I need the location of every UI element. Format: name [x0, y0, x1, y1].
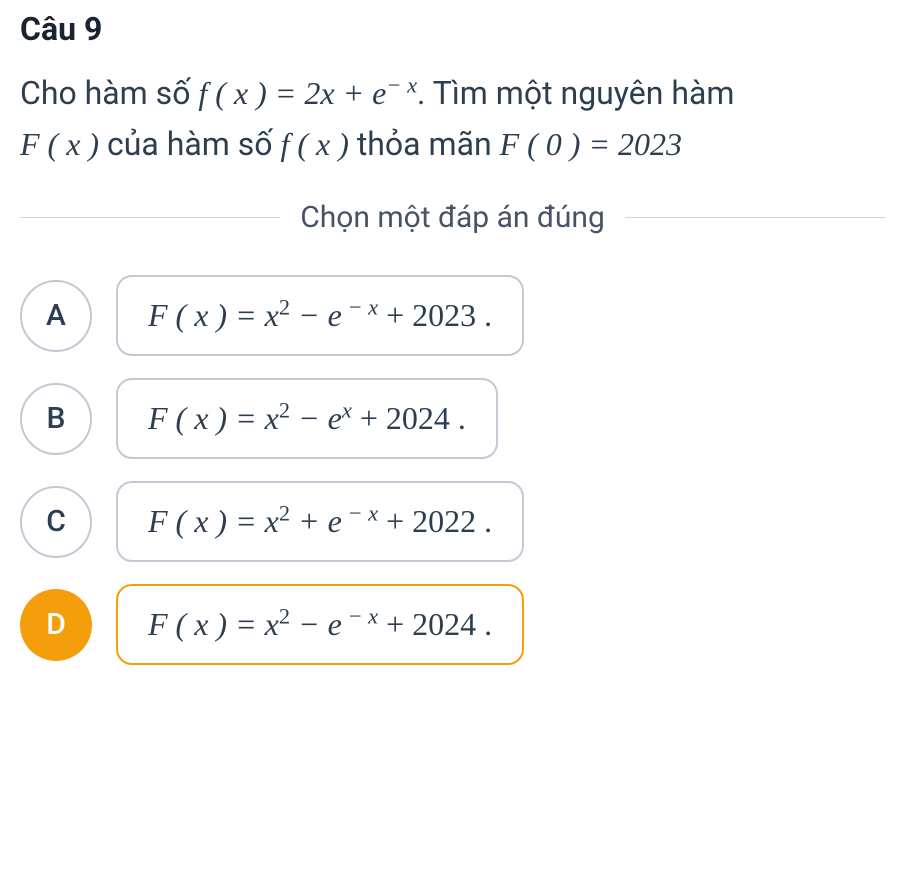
instruction-row: Chọn một đáp án đúng: [20, 200, 885, 235]
divider-right: [625, 217, 885, 218]
option-b-prefix: F ( x ) = x: [148, 400, 279, 436]
option-b[interactable]: B F ( x ) = x2 − ex + 2024 .: [20, 378, 885, 459]
option-d[interactable]: D F ( x ) = x2 − e − x + 2024 .: [20, 584, 885, 665]
option-d-prefix: F ( x ) = x: [148, 606, 279, 642]
question-text-part3: của hàm số: [99, 125, 280, 163]
option-c-letter: C: [20, 486, 92, 558]
option-b-suffix: + 2024 .: [352, 400, 466, 436]
option-d-letter: D: [20, 589, 92, 661]
option-c-content: F ( x ) = x2 + e − x + 2022 .: [116, 481, 524, 562]
question-prompt: Cho hàm số f ( x ) = 2x + e− x. Tìm một …: [20, 68, 885, 170]
option-a-sq: 2: [279, 295, 290, 320]
option-b-midop: − e: [290, 400, 342, 436]
option-c-exp2: − x: [342, 501, 378, 526]
option-d-sq: 2: [279, 604, 290, 629]
option-b-letter: B: [20, 383, 92, 455]
instruction-text: Chọn một đáp án đúng: [280, 200, 625, 235]
options-container: A F ( x ) = x2 − e − x + 2023 . B F ( x …: [20, 275, 885, 665]
question-formula3: f ( x ): [280, 126, 348, 162]
question-formula4: F ( 0 ) = 2023: [500, 126, 682, 162]
option-c-prefix: F ( x ) = x: [148, 503, 279, 539]
option-d-suffix: + 2024 .: [378, 606, 492, 642]
question-number: Câu 9: [20, 10, 885, 48]
option-c[interactable]: C F ( x ) = x2 + e − x + 2022 .: [20, 481, 885, 562]
option-d-exp2: − x: [342, 604, 378, 629]
question-text-part1: Cho hàm số: [20, 74, 198, 112]
option-c-midop: + e: [290, 503, 342, 539]
option-c-sq: 2: [279, 501, 290, 526]
option-b-content: F ( x ) = x2 − ex + 2024 .: [116, 378, 498, 459]
question-formula1-exp: − x: [386, 72, 417, 97]
option-c-suffix: + 2022 .: [378, 503, 492, 539]
option-a-letter: A: [20, 280, 92, 352]
question-formula2: F ( x ): [20, 126, 99, 162]
option-b-exp2: x: [342, 398, 352, 423]
option-d-midop: − e: [290, 606, 342, 642]
question-text-part2: . Tìm một nguyên hàm: [417, 74, 734, 112]
option-d-content: F ( x ) = x2 − e − x + 2024 .: [116, 584, 524, 665]
option-b-sq: 2: [279, 398, 290, 423]
option-a-content: F ( x ) = x2 − e − x + 2023 .: [116, 275, 524, 356]
option-a[interactable]: A F ( x ) = x2 − e − x + 2023 .: [20, 275, 885, 356]
option-a-suffix: + 2023 .: [378, 297, 492, 333]
option-a-prefix: F ( x ) = x: [148, 297, 279, 333]
question-text-part4: thỏa mãn: [349, 125, 500, 163]
divider-left: [20, 217, 280, 218]
option-a-midop: − e: [290, 297, 342, 333]
question-formula1: f ( x ) = 2x + e− x: [198, 75, 417, 111]
option-a-exp2: − x: [342, 295, 378, 320]
